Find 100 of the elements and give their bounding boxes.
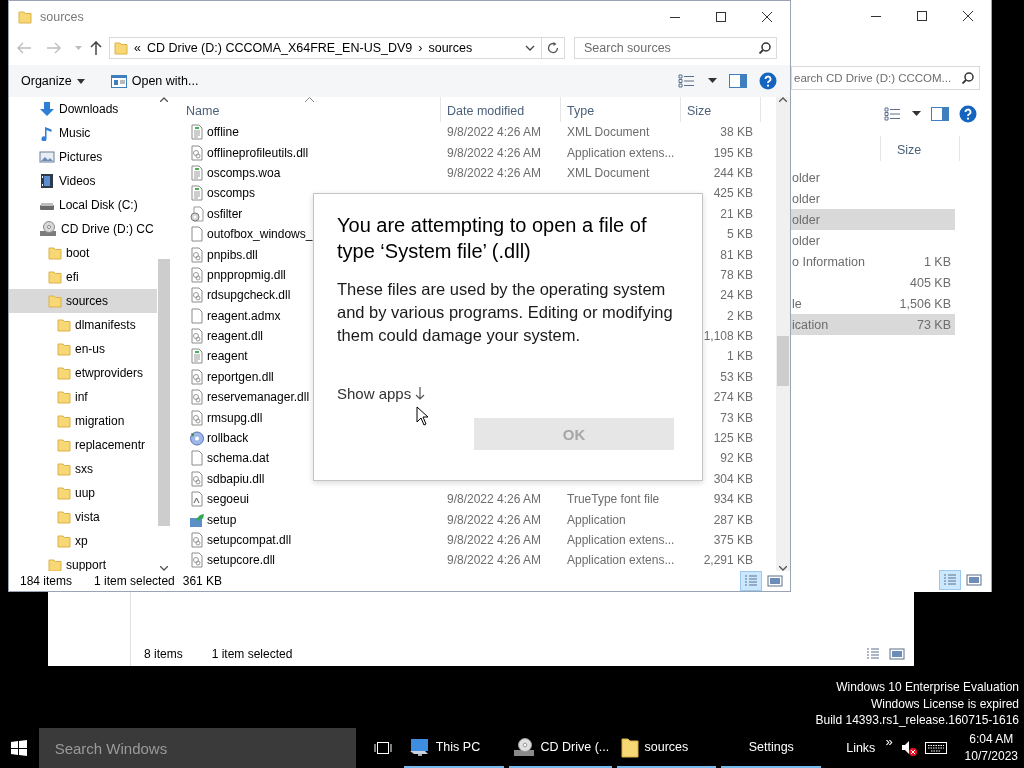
- file-name[interactable]: offline: [207, 125, 239, 140]
- scroll-up-icon[interactable]: [160, 97, 168, 102]
- selected-row[interactable]: older: [791, 209, 955, 230]
- file-name[interactable]: pnppropmig.dll: [207, 267, 286, 282]
- breadcrumb-item[interactable]: sources: [428, 41, 473, 55]
- nav-item[interactable]: inf: [9, 385, 157, 409]
- file-name[interactable]: outofbox_windows_: [207, 227, 313, 242]
- file-name[interactable]: reagent: [207, 349, 248, 364]
- nav-item[interactable]: Pictures: [9, 145, 157, 169]
- column-header[interactable]: Type: [561, 97, 681, 122]
- breadcrumb-separator[interactable]: ›: [418, 41, 423, 55]
- column-header[interactable]: Date modified: [441, 97, 561, 122]
- file-name[interactable]: offlineprofileutils.dll: [207, 145, 309, 160]
- scrollbar-thumb[interactable]: [158, 259, 170, 526]
- file-name[interactable]: rmsupg.dll: [207, 410, 263, 425]
- help-icon[interactable]: [959, 105, 977, 123]
- preview-pane-icon[interactable]: [931, 107, 949, 121]
- nav-item[interactable]: Music: [9, 121, 157, 145]
- links-toolbar[interactable]: Links: [846, 741, 876, 755]
- column-header[interactable]: Size: [681, 97, 761, 122]
- nav-item[interactable]: vista: [9, 505, 157, 529]
- nav-item[interactable]: sources: [9, 289, 157, 313]
- selected-row[interactable]: ication 73 KB: [791, 314, 955, 335]
- folder-icon: [57, 341, 71, 357]
- file-name[interactable]: setupcore.dll: [207, 553, 276, 568]
- table-cell-text: 1,108 KB: [702, 329, 754, 344]
- clock[interactable]: 6:04 AM 10/7/2023: [958, 731, 1024, 765]
- item-count: 184 items: [20, 574, 73, 588]
- table-cell-text: Application: [566, 512, 627, 527]
- search-field[interactable]: earch CD Drive (D:) CCCOM...: [791, 66, 980, 90]
- table-cell-text: 425 KB: [712, 186, 754, 201]
- preview-pane-icon[interactable]: [729, 74, 747, 88]
- nav-item[interactable]: support: [9, 553, 157, 571]
- table-cell-text: 9/8/2022 4:26 AM: [446, 125, 543, 140]
- scroll-down-icon[interactable]: [779, 566, 787, 571]
- table-cell-text: 304 KB: [712, 471, 754, 486]
- nav-item[interactable]: replacementr: [9, 433, 157, 457]
- file-name[interactable]: oscomps.woa: [207, 165, 281, 180]
- file-name[interactable]: setup: [207, 512, 237, 527]
- file-name[interactable]: setupcompat.dll: [207, 533, 292, 547]
- column-header[interactable]: Size: [880, 136, 960, 161]
- taskbar-app[interactable]: Settings: [721, 728, 822, 768]
- show-apps-link[interactable]: Show apps: [337, 385, 426, 402]
- file-name[interactable]: reportgen.dll: [207, 369, 274, 384]
- picture-frame-icon: [39, 149, 55, 165]
- nav-item[interactable]: Videos: [9, 169, 157, 193]
- gear-document-icon: [189, 266, 205, 283]
- file-name[interactable]: sdbapiu.dll: [207, 471, 265, 486]
- file-name[interactable]: reagent.admx: [207, 308, 281, 323]
- nav-item[interactable]: sxs: [9, 457, 157, 481]
- caret-down-icon[interactable]: [525, 45, 535, 51]
- file-name[interactable]: rdsupgcheck.dll: [207, 288, 291, 303]
- nav-item[interactable]: Local Disk (C:): [9, 193, 157, 217]
- sort-ascending-icon: [305, 97, 314, 102]
- caret-down-icon[interactable]: [708, 78, 717, 84]
- nav-item[interactable]: migration: [9, 409, 157, 433]
- view-options-icon[interactable]: [884, 107, 902, 121]
- breadcrumb-overflow[interactable]: «: [134, 41, 141, 55]
- folder-icon: [114, 40, 128, 56]
- nav-item[interactable]: xp: [9, 529, 157, 553]
- file-name[interactable]: osfilter: [207, 206, 243, 221]
- keyboard-icon: [924, 741, 947, 755]
- file-name[interactable]: oscomps: [207, 186, 256, 201]
- nav-item[interactable]: dlmanifests: [9, 313, 157, 337]
- taskbar-app[interactable]: sources: [616, 728, 717, 768]
- open-with-button[interactable]: Open with...: [106, 72, 203, 90]
- nav-item[interactable]: CD Drive (D:) CC: [9, 217, 157, 241]
- file-name[interactable]: pnpibs.dll: [207, 247, 258, 262]
- scrollbar-thumb[interactable]: [777, 336, 789, 386]
- nav-item[interactable]: uup: [9, 481, 157, 505]
- scroll-down-icon[interactable]: [160, 566, 168, 571]
- table-cell-text: 9/8/2022 4:26 AM: [446, 145, 543, 160]
- font-file-icon: [189, 491, 205, 508]
- file-name[interactable]: reservemanager.dll: [207, 390, 310, 405]
- address-bar[interactable]: « CD Drive (D:) CCCOMA_X64FRE_EN-US_DV9 › sources: [109, 37, 542, 59]
- taskbar-app[interactable]: CD Drive (...: [508, 728, 612, 768]
- nav-item[interactable]: en-us: [9, 337, 157, 361]
- column-header[interactable]: Name: [181, 97, 441, 122]
- caret-down-icon[interactable]: [912, 111, 921, 117]
- search-field[interactable]: Search Windows: [38, 728, 356, 768]
- file-name[interactable]: segoeui: [207, 492, 250, 507]
- nav-item[interactable]: etwproviders: [9, 361, 157, 385]
- scroll-up-icon[interactable]: [779, 97, 787, 102]
- file-name[interactable]: rollback: [207, 431, 249, 446]
- nav-item[interactable]: Downloads: [9, 97, 157, 121]
- folder-icon: [57, 533, 71, 549]
- file-name[interactable]: reagent.dll: [207, 329, 264, 344]
- nav-item[interactable]: boot: [9, 241, 157, 265]
- taskbar-app[interactable]: This PC: [403, 728, 504, 768]
- help-icon[interactable]: [759, 72, 777, 90]
- details-view-icon: [865, 646, 881, 662]
- file-name[interactable]: schema.dat: [207, 451, 270, 466]
- refresh-button[interactable]: [542, 37, 565, 59]
- nav-item[interactable]: efi: [9, 265, 157, 289]
- organize-menu[interactable]: Organize: [17, 72, 89, 90]
- breadcrumb-item[interactable]: CD Drive (D:) CCCOMA_X64FRE_EN-US_DV9: [146, 41, 413, 55]
- view-options-icon[interactable]: [678, 74, 696, 88]
- search-field[interactable]: Search sources: [574, 37, 777, 59]
- table-cell-text: 9/8/2022 4:26 AM: [446, 512, 543, 527]
- overflow-chevron[interactable]: »: [885, 734, 893, 749]
